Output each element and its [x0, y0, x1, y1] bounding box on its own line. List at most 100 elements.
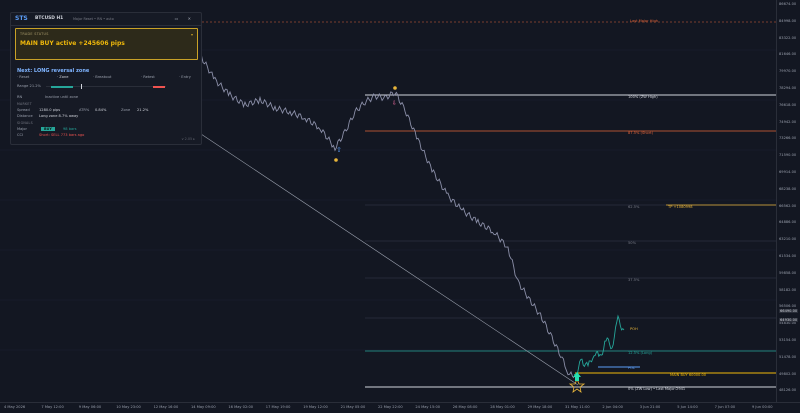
range-marker — [81, 84, 82, 89]
panel-footer[interactable]: v 2.05 ▸ — [182, 137, 195, 141]
panel-header[interactable]: STS BTCUSD H1 Major Reset • RN • auto ▭ … — [11, 13, 201, 26]
label-poh: POH — [630, 327, 638, 331]
signal-dot-low — [334, 158, 338, 162]
range-long-segment — [51, 85, 73, 88]
brand-logo: STS — [15, 15, 28, 22]
collapse-icon[interactable]: ▾ — [191, 32, 193, 37]
time-tick: 5 Jun 14:00 — [677, 405, 698, 409]
price-tick: 48126.00 — [779, 388, 797, 393]
label-main-buy: MAIN BUY 60000.00 — [670, 373, 707, 377]
label-50: 50% — [628, 241, 636, 245]
label-tp: TP +1080998 — [668, 205, 693, 209]
price-tick: 86674.00 — [779, 2, 797, 6]
time-tick: 16 May 02:00 — [228, 405, 254, 409]
price-tick: 64886.00 — [779, 220, 797, 225]
time-tick: 14 May 09:00 — [191, 405, 216, 409]
time-axis[interactable]: 4 May 2026 7 May 12:00 9 May 06:00 10 May 2… — [0, 402, 800, 413]
cci-label: CCI — [17, 133, 24, 137]
price-tick: 74942.00 — [779, 119, 797, 124]
time-tick: 9 May 06:00 — [78, 405, 102, 409]
window-controls-icon[interactable]: ▭ ✕ — [175, 16, 195, 21]
price-tick: 69914.00 — [779, 170, 797, 174]
step-entry: · Entry — [179, 75, 191, 79]
arrow-up-icon: ⇧ — [336, 146, 342, 154]
price-tick: 68238.00 — [779, 186, 797, 191]
label-zw-high: 100% (ZW High) — [628, 95, 658, 99]
price-tick: 73266.00 — [779, 136, 797, 141]
step-retest: · Retest — [141, 75, 155, 79]
price-tick: 59858.00 — [779, 270, 797, 275]
info-panel[interactable]: STS BTCUSD H1 Major Reset • RN • auto ▭ … — [10, 12, 202, 145]
price-tick: 71590.00 — [779, 153, 797, 158]
price-tick: 79970.00 — [779, 69, 797, 74]
major-buy-badge: BUY — [41, 126, 55, 131]
time-tick: 12 May 16:00 — [153, 405, 179, 409]
trade-status-value: MAIN BUY active +245606 pips — [20, 40, 125, 47]
price-tick: 76618.00 — [779, 102, 797, 107]
signal-dot-top — [393, 86, 397, 90]
price-tick: 61534.00 — [779, 254, 797, 258]
time-tick: 2 Jun 04:00 — [602, 405, 623, 409]
price-tick: 81646.00 — [779, 52, 797, 57]
major-label: Major — [17, 127, 27, 131]
signals-heading: SIGNALS — [17, 121, 33, 125]
step-zone: · Zone — [57, 75, 69, 79]
time-tick: 7 May 12:00 — [41, 405, 64, 409]
atr-label: ATR% — [79, 108, 90, 112]
major-age: 98 bars — [63, 127, 77, 131]
time-tick: 4 May 2026 — [4, 405, 26, 409]
rn-value: Inactive until zone — [45, 95, 79, 99]
label-125: 12.5% (Long) — [628, 351, 653, 355]
time-tick: 31 May 11:00 — [565, 405, 590, 409]
price-axis[interactable]: 86674.00 84998.00 83322.00 81646.00 79970.00… — [776, 0, 800, 402]
time-tick: 7 Jun 07:00 — [714, 405, 736, 409]
market-heading: MARKET — [17, 102, 32, 106]
time-tick: 21 May 05:00 — [340, 405, 366, 409]
price-tick: 56506.00 — [779, 304, 797, 309]
time-tick: 19 May 12:00 — [303, 405, 328, 409]
price-highlight-tick: 66490.00 — [779, 309, 799, 313]
next-zone-title: Next: LONG reversal zone — [17, 68, 90, 74]
step-reset: · Reset — [17, 75, 30, 79]
label-pol: POL — [628, 366, 635, 370]
price-tick: 66562.00 — [779, 203, 797, 208]
label-625: 62.5% — [628, 205, 640, 209]
trendline[interactable] — [197, 131, 579, 386]
time-tick: 28 May 01:00 — [490, 405, 515, 409]
time-tick: 22 May 22:00 — [378, 405, 403, 409]
time-tick: 26 May 08:00 — [452, 405, 478, 409]
label-375: 37.5% — [628, 278, 640, 282]
panel-subline: Major Reset • RN • auto — [73, 16, 114, 21]
spread-value: 1280.0 pips — [39, 108, 61, 112]
range-short-segment — [153, 85, 165, 88]
time-tick: 17 May 19:00 — [265, 405, 291, 409]
zone-value: 21.2% — [137, 108, 149, 112]
zone-label: Zone — [121, 108, 131, 112]
price-tick: 78294.00 — [779, 86, 797, 90]
step-breakout: · Breakout — [93, 75, 112, 79]
label-short: 87.5% (Short) — [628, 131, 654, 135]
time-tick: 9 Jun 00:00 — [752, 405, 773, 409]
price-tick: 84998.00 — [779, 18, 797, 23]
chart-area[interactable]: ⇧ ⇩ Last Major High 100% (ZW High) 87.5%… — [0, 0, 776, 402]
trade-status-label: TRADE STATUS — [20, 32, 49, 36]
rn-label: RN — [17, 95, 23, 99]
spread-label: Spread — [17, 108, 30, 112]
price-highlight-tick: 64930.00 — [779, 318, 799, 322]
price-tick: 49802.00 — [779, 371, 797, 376]
time-tick: 24 May 15:00 — [415, 405, 441, 409]
distance-value: Long zone 8.7% away — [39, 114, 79, 118]
time-tick: 29 May 18:00 — [527, 405, 553, 409]
arrow-down-icon: ⇩ — [392, 100, 398, 107]
price-tick: 53154.00 — [779, 338, 797, 342]
cci-value: Short: SELL 773 bars ago — [39, 133, 85, 137]
time-tick: 3 Jun 21:00 — [639, 405, 661, 409]
price-tick: 58182.00 — [779, 287, 797, 292]
label-zw-low: 0% (ZW Low) • Last Major:2941 — [628, 387, 686, 391]
price-tick: 63210.00 — [779, 237, 797, 242]
trade-status-box: TRADE STATUS ▾ MAIN BUY active +245606 p… — [15, 28, 198, 60]
price-series — [199, 52, 575, 379]
label-last-major-high: Last Major High — [630, 19, 659, 23]
price-tick: 83322.00 — [779, 35, 797, 40]
atr-value: 0.84% — [95, 108, 107, 112]
